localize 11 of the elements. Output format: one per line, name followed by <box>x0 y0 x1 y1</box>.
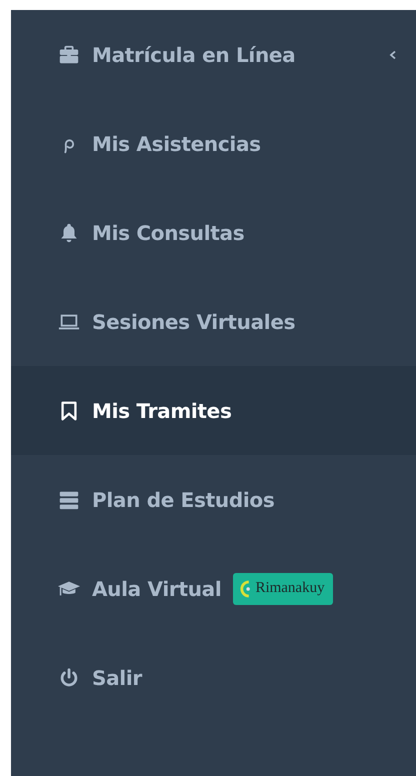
sidebar-item[interactable]: Mis Asistencias <box>11 99 416 188</box>
sidebar-item[interactable]: Salir <box>11 633 416 722</box>
rimanakuy-logo-badge: Rimanakuy <box>233 572 333 604</box>
sidebar-item[interactable]: Sesiones Virtuales <box>11 277 416 366</box>
power-icon <box>58 666 80 688</box>
sidebar-item[interactable]: Matrícula en Línea <box>11 10 416 99</box>
sidebar-item[interactable]: Mis Tramites <box>11 366 416 455</box>
briefcase-icon <box>58 44 80 66</box>
sidebar-item[interactable]: Plan de Estudios <box>11 455 416 544</box>
sidebar-item[interactable]: Mis Consultas <box>11 188 416 277</box>
sidebar-item[interactable]: Aula Virtual Rimanakuy <box>11 544 416 633</box>
